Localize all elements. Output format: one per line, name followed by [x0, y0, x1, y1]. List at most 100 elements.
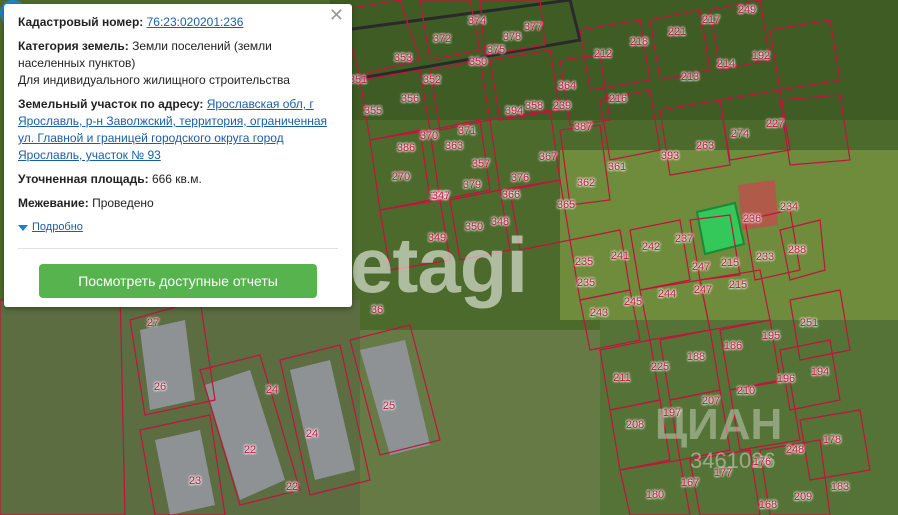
plot-number-label: 377 [523, 21, 543, 33]
area-value: 666 кв.м. [151, 172, 202, 186]
plot-number-label: 234 [779, 201, 799, 213]
plot-number-label: 242 [641, 241, 661, 253]
plot-number-label: 27 [146, 317, 160, 329]
plot-number-label: 221 [667, 26, 687, 38]
plot-number-label: 249 [737, 4, 757, 16]
plot-number-label: 263 [695, 140, 715, 152]
plot-number-label: 357 [471, 158, 491, 170]
plot-number-label: 186 [723, 340, 743, 352]
plot-number-label: 178 [822, 434, 842, 446]
plot-number-label: 371 [457, 125, 477, 137]
more-details-link[interactable]: Подробно [32, 219, 83, 236]
plot-number-label: 36 [370, 304, 384, 316]
plot-number-label: 363 [444, 140, 464, 152]
more-details-toggle[interactable]: Подробно [18, 219, 338, 236]
plot-number-label: 244 [657, 288, 677, 300]
plot-number-label: 235 [574, 256, 594, 268]
plot-number-label: 379 [462, 179, 482, 191]
plot-number-label: 211 [613, 372, 631, 384]
plot-number-label: 215 [720, 257, 740, 269]
plot-number-label: 225 [650, 361, 670, 373]
plot-number-label: 376 [510, 172, 530, 184]
plot-number-label: 350 [464, 221, 484, 233]
plot-number-label: 214 [716, 58, 736, 70]
category-use: Для индивидуального жилищного строительс… [18, 73, 290, 87]
plot-number-label: 24 [265, 384, 279, 396]
plot-number-label: 393 [660, 150, 680, 162]
plot-number-label: 356 [400, 93, 420, 105]
plot-number-label: 247 [693, 284, 713, 296]
cadastral-number-link[interactable]: 76:23:020201:236 [147, 15, 244, 29]
plot-number-label: 209 [793, 491, 813, 503]
area-row: Уточненная площадь: 666 кв.м. [18, 171, 338, 188]
area-label: Уточненная площадь: [18, 172, 149, 186]
plot-number-label: 241 [610, 250, 630, 262]
plot-number-label: 196 [776, 373, 796, 385]
plot-number-label: 243 [589, 307, 609, 319]
plot-number-label: 194 [810, 366, 830, 378]
cadastral-label: Кадастровый номер: [18, 15, 144, 29]
plot-number-label: 247 [691, 261, 711, 273]
plot-number-label: 274 [730, 128, 750, 140]
plot-number-label: 386 [396, 142, 416, 154]
plot-number-label: 248 [785, 444, 805, 456]
plot-number-label: 366 [501, 189, 521, 201]
plot-number-label: 183 [830, 481, 850, 493]
plot-number-label: 378 [502, 31, 522, 43]
survey-label: Межевание: [18, 196, 89, 210]
plot-number-label: 367 [538, 151, 558, 163]
plot-number-label: 364 [557, 80, 577, 92]
plot-number-label: 370 [419, 130, 439, 142]
plot-number-label: 288 [787, 244, 807, 256]
plot-number-label: 347 [431, 190, 451, 202]
plot-number-label: 212 [593, 48, 613, 60]
plot-number-label: 26 [153, 381, 167, 393]
plot-number-label: 188 [686, 351, 706, 363]
plot-number-label: 270 [391, 171, 411, 183]
plot-number-label: 22 [285, 481, 299, 493]
plot-number-label: 352 [422, 74, 442, 86]
plot-number-label: 23 [188, 475, 202, 487]
plot-number-label: 213 [680, 71, 700, 83]
plot-number-label: 168 [758, 499, 778, 511]
plot-number-label: 239 [552, 100, 572, 112]
plot-number-label: 176 [752, 456, 772, 468]
plot-number-label: 372 [432, 33, 452, 45]
plot-number-label: 251 [799, 317, 819, 329]
parcel-info-card: ✕ Кадастровый номер: 76:23:020201:236 Ка… [4, 4, 352, 307]
plot-number-label: 167 [680, 477, 700, 489]
address-label: Земельный участок по адресу: [18, 97, 204, 111]
plot-number-label: 387 [573, 121, 593, 133]
plot-number-label: 361 [607, 161, 627, 173]
plot-number-label: 177 [713, 467, 733, 479]
plot-number-label: 365 [556, 199, 576, 211]
plot-number-label: 245 [623, 296, 643, 308]
close-icon[interactable]: ✕ [329, 6, 344, 24]
plot-number-label: 195 [761, 330, 781, 342]
plot-number-label: 350 [468, 56, 488, 68]
plot-number-label: 210 [736, 385, 756, 397]
plot-number-label: 233 [755, 251, 775, 263]
plot-number-label: 374 [467, 15, 487, 27]
plot-number-label: 235 [576, 277, 596, 289]
plot-number-label: 349 [427, 232, 447, 244]
plot-number-label: 358 [524, 100, 544, 112]
plot-number-label: 353 [393, 52, 413, 64]
plot-number-label: 362 [576, 177, 596, 189]
address-row: Земельный участок по адресу: Ярославская… [18, 96, 338, 164]
plot-number-label: 348 [490, 216, 510, 228]
cadastral-row: Кадастровый номер: 76:23:020201:236 [18, 14, 338, 31]
plot-number-label: 227 [765, 118, 785, 130]
plot-number-label: 375 [486, 44, 506, 56]
category-row: Категория земель: Земли поселений (земли… [18, 38, 338, 89]
plot-number-label: 25 [382, 400, 396, 412]
view-reports-button[interactable]: Посмотреть доступные отчеты [39, 264, 317, 298]
survey-value: Проведено [92, 196, 154, 210]
plot-number-label: 192 [751, 50, 771, 62]
plot-number-label: 218 [629, 36, 649, 48]
survey-row: Межевание: Проведено [18, 195, 338, 212]
plot-number-label: 207 [701, 395, 721, 407]
plot-number-label: 215 [728, 279, 748, 291]
plot-number-label: 216 [608, 93, 628, 105]
category-label: Категория земель: [18, 39, 129, 53]
